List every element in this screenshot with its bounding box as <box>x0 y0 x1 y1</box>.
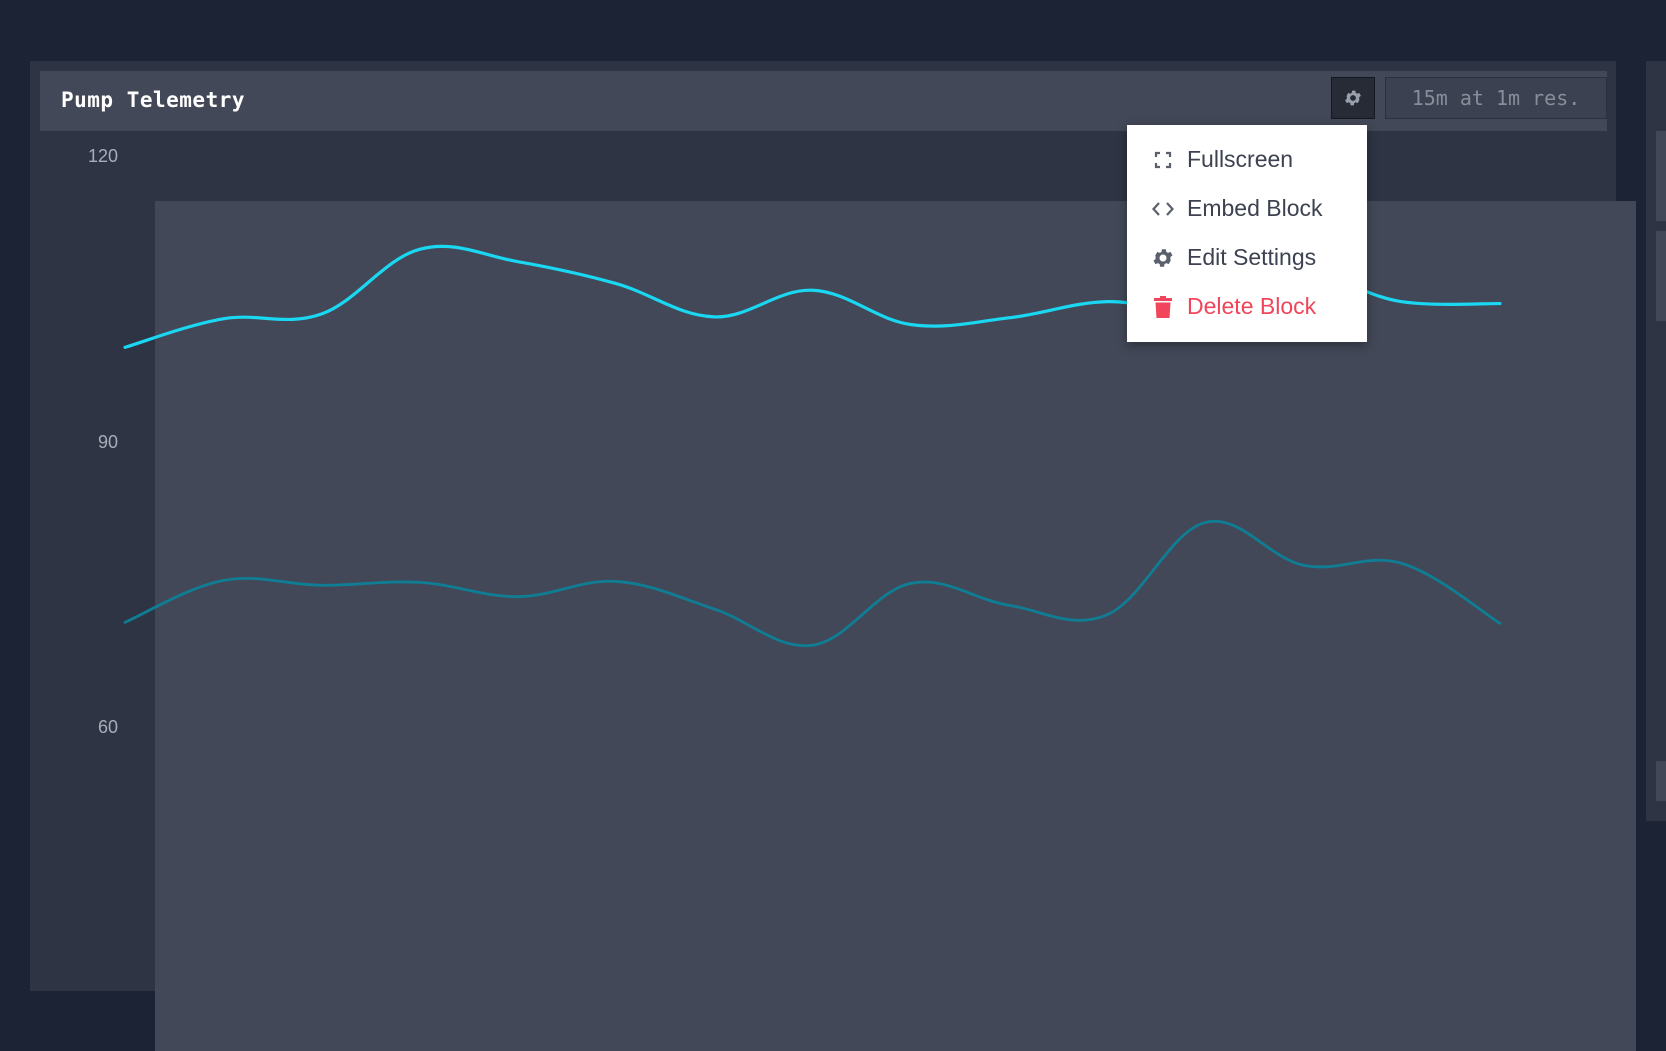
menu-item-delete-block[interactable]: Delete Block <box>1127 282 1367 331</box>
gear-icon <box>1151 246 1175 270</box>
y-tick-label: 120 <box>87 146 118 166</box>
menu-item-edit-settings[interactable]: Edit Settings <box>1127 233 1367 282</box>
series-line-2 <box>123 519 1502 648</box>
menu-item-fullscreen[interactable]: Fullscreen <box>1127 135 1367 184</box>
adjacent-block-segment <box>1656 231 1666 321</box>
fullscreen-icon <box>1151 148 1175 172</box>
chart-svg <box>123 244 1502 648</box>
block-options-menu: Fullscreen Embed Block Edit Settings Del… <box>1127 125 1367 342</box>
code-icon <box>1151 197 1175 221</box>
menu-item-embed-block[interactable]: Embed Block <box>1127 184 1367 233</box>
adjacent-block-edge <box>1646 61 1666 821</box>
y-tick-label: 90 <box>97 431 118 452</box>
adjacent-block-footer <box>1656 761 1666 801</box>
adjacent-block-header <box>1656 131 1666 221</box>
menu-item-label: Edit Settings <box>1187 244 1317 270</box>
y-tick-label: 60 <box>97 717 118 737</box>
menu-item-label: Delete Block <box>1187 293 1317 319</box>
menu-item-label: Fullscreen <box>1187 146 1294 172</box>
trash-icon <box>1151 295 1175 319</box>
menu-item-label: Embed Block <box>1187 195 1323 221</box>
